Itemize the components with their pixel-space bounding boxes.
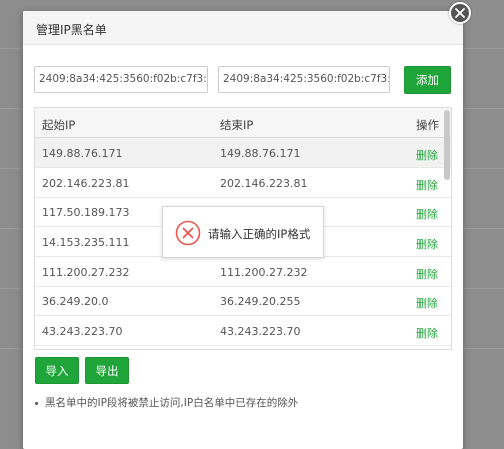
help-note-text: 黑名单中的IP段将被禁止访问,IP白名单中已存在的除外 [45,397,299,409]
dialog-title: 管理IP黑名单 [36,23,107,37]
delete-link[interactable]: 删除 [416,266,438,282]
end-ip-value: 2409:8a34:425:3560:f02b:c7f3:3293: [223,73,390,85]
start-ip-cell: 111.200.27.232 [42,266,130,279]
table-row: 149.88.76.171 149.88.76.171 删除 [35,138,451,168]
end-ip-cell: 111.200.27.232 [220,266,308,279]
error-toast: 请输入正确的IP格式 [162,206,324,258]
end-ip-cell: 202.146.223.81 [220,177,308,190]
table-row: 202.146.223.81 202.146.223.81 删除 [35,168,451,198]
end-ip-cell: 149.88.76.171 [220,147,301,160]
add-button[interactable]: 添加 [404,66,451,94]
column-header-end-ip: 结束IP [220,118,254,132]
dialog-header: 管理IP黑名单 [23,11,463,45]
table-scrollbar[interactable] [444,110,450,180]
table-row: 43.243.223.70 43.243.223.70 删除 [35,316,451,346]
start-ip-cell: 202.146.223.81 [42,177,130,190]
start-ip-cell: 149.88.76.171 [42,147,123,160]
table-header: 起始IP 结束IP 操作 [35,108,451,138]
delete-link[interactable]: 删除 [416,177,438,193]
end-ip-input[interactable]: 2409:8a34:425:3560:f02b:c7f3:3293: [218,66,390,93]
close-icon [455,8,465,18]
delete-link[interactable]: 删除 [416,295,438,311]
toast-message: 请输入正确的IP格式 [208,227,311,241]
start-ip-cell: 14.153.235.111 [42,236,130,249]
help-note: 黑名单中的IP段将被禁止访问,IP白名单中已存在的除外 [35,395,298,410]
import-button[interactable]: 导入 [35,357,79,384]
close-button[interactable] [449,2,471,24]
export-button[interactable]: 导出 [85,357,129,384]
table-row: 36.249.20.0 36.249.20.255 删除 [35,286,451,316]
delete-link[interactable]: 删除 [416,147,438,163]
end-ip-cell: 36.249.20.255 [220,295,301,308]
start-ip-value: 2409:8a34:425:3560:f02b:c7f3:3293: [39,73,207,85]
delete-link[interactable]: 删除 [416,236,438,252]
start-ip-cell: 36.249.20.0 [42,295,109,308]
column-header-start-ip: 起始IP [42,118,76,132]
start-ip-cell: 117.50.189.173 [42,206,130,219]
end-ip-cell: 43.243.223.70 [220,325,301,338]
start-ip-cell: 43.243.223.70 [42,325,123,338]
bullet-icon [35,401,38,405]
delete-link[interactable]: 删除 [416,325,438,341]
column-header-action: 操作 [416,118,439,132]
delete-link[interactable]: 删除 [416,206,438,222]
start-ip-input[interactable]: 2409:8a34:425:3560:f02b:c7f3:3293: [34,66,208,93]
error-circle-x-icon [175,220,201,246]
table-row: 111.200.27.232 111.200.27.232 删除 [35,257,451,287]
